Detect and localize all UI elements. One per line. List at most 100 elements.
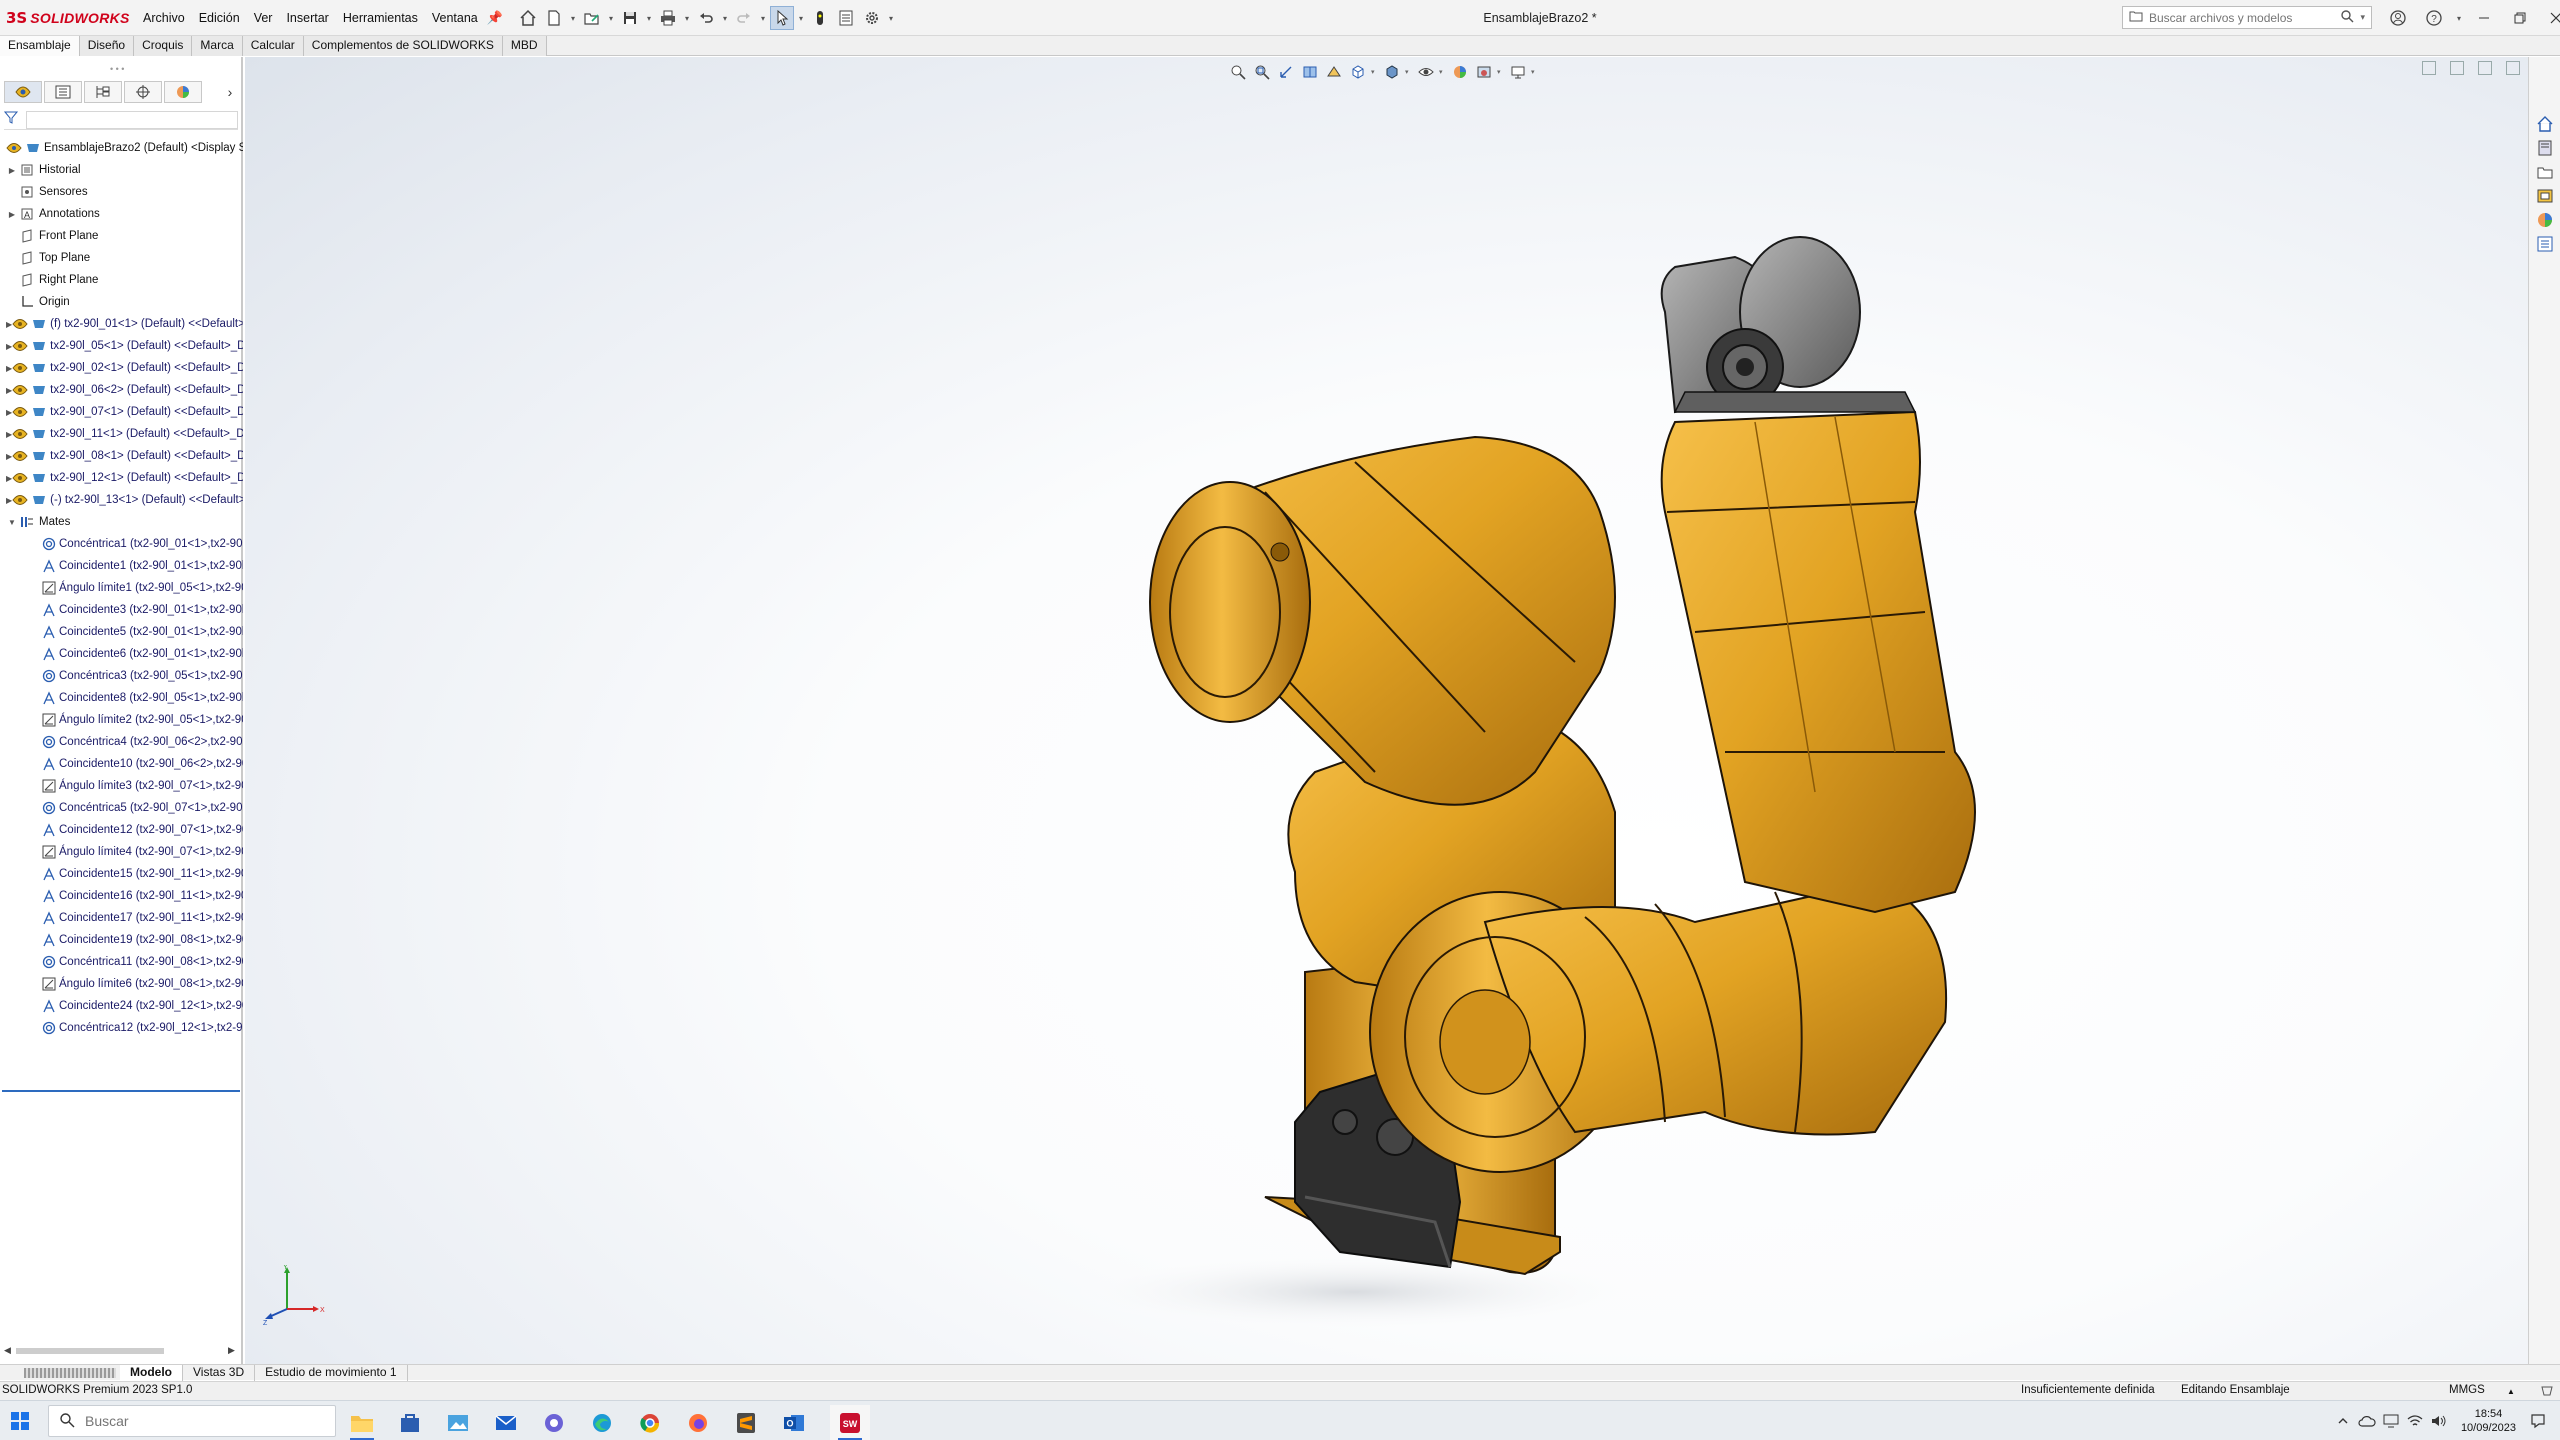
panel-grip-icon[interactable]: • • • [110, 64, 124, 74]
tab-ensamblaje[interactable]: Ensamblaje [0, 36, 80, 56]
design-library-icon[interactable] [2534, 137, 2556, 159]
minimize-icon[interactable] [2466, 0, 2502, 36]
pin-menu-icon[interactable]: 📌 [487, 10, 503, 26]
menu-edicion[interactable]: Edición [192, 11, 247, 25]
help-dropdown[interactable]: ▾ [2452, 0, 2466, 36]
search-dropdown[interactable]: ▾ [2360, 12, 2365, 23]
restore-icon[interactable] [2502, 0, 2538, 36]
configurationmanager-icon[interactable] [84, 81, 122, 103]
scroll-right-arrow-icon[interactable]: ▶ [228, 1345, 235, 1356]
new-document-icon[interactable] [542, 6, 566, 30]
tree-item-component[interactable]: ▶tx2-90l_12<1> (Default) <<Default>_Disp… [0, 467, 243, 489]
rollback-bar[interactable] [2, 1090, 240, 1092]
sublime-text-app-icon[interactable] [726, 1405, 766, 1440]
save-icon[interactable] [618, 6, 642, 30]
onedrive-cloud-icon[interactable] [2355, 1409, 2379, 1433]
undo-icon[interactable] [694, 6, 718, 30]
taskbar-clock[interactable]: 18:54 10/09/2023 [2451, 1407, 2526, 1435]
wifi-icon[interactable] [2403, 1409, 2427, 1433]
tab-croquis[interactable]: Croquis [134, 36, 193, 56]
close-icon[interactable] [2538, 0, 2560, 36]
tab-calcular[interactable]: Calcular [242, 36, 304, 56]
scrollbar-thumb[interactable] [16, 1348, 164, 1354]
filter-funnel-icon[interactable] [3, 111, 20, 128]
firefox-browser-app-icon[interactable] [678, 1405, 718, 1440]
tree-item-mate[interactable]: Coincidente19 (tx2-90l_08<1>,tx2-90l_07<… [0, 929, 243, 951]
mail-app-icon[interactable] [486, 1405, 526, 1440]
menu-ventana[interactable]: Ventana [425, 11, 485, 25]
undo-dropdown[interactable]: ▾ [720, 6, 730, 30]
display-style-icon[interactable] [1381, 61, 1403, 83]
tree-item-mate[interactable]: Coincidente10 (tx2-90l_06<2>,tx2-90l_02<… [0, 753, 243, 775]
tree-item-component[interactable]: ▶tx2-90l_11<1> (Default) <<Default>_Disp… [0, 423, 243, 445]
apply-scene-dropdown[interactable]: ▾ [1497, 68, 1505, 76]
search-input[interactable] [2149, 10, 2335, 25]
tree-item-component[interactable]: ▶tx2-90l_08<1> (Default) <<Default>_Disp… [0, 445, 243, 467]
zoom-to-fit-icon[interactable] [1227, 61, 1249, 83]
tree-item-component[interactable]: ▶(-) tx2-90l_13<1> (Default) <<Default>_… [0, 489, 243, 511]
previous-view-icon[interactable] [1275, 61, 1297, 83]
viewport-restore-icon[interactable] [2478, 61, 2492, 75]
tab-estudio-movimiento[interactable]: Estudio de movimiento 1 [255, 1364, 408, 1381]
tree-item-mate[interactable]: Coincidente8 (tx2-90l_05<1>,tx2-90l_02<1… [0, 687, 243, 709]
custom-properties-icon[interactable] [2534, 233, 2556, 255]
view-palette-icon[interactable] [2534, 185, 2556, 207]
view-orientation-icon[interactable] [1347, 61, 1369, 83]
taskbar-search-input[interactable] [85, 1413, 305, 1429]
dimxpert-manager-icon[interactable] [124, 81, 162, 103]
menu-ver[interactable]: Ver [247, 11, 280, 25]
search-icon[interactable] [2340, 9, 2354, 26]
microsoft-store-app-icon[interactable] [390, 1405, 430, 1440]
tree-item-component[interactable]: ▶tx2-90l_02<1> (Default) <<Default>_Disp… [0, 357, 243, 379]
tree-item-mate[interactable]: Coincidente15 (tx2-90l_11<1>,tx2-90l_07<… [0, 863, 243, 885]
notifications-icon[interactable] [2526, 1409, 2550, 1433]
robot-arm-model[interactable] [1055, 192, 2135, 1342]
open-file-dropdown[interactable]: ▾ [606, 6, 616, 30]
tree-item-sensores[interactable]: Sensores [0, 181, 243, 203]
more-tabs-chevron-icon[interactable]: › [220, 81, 240, 103]
search-box[interactable]: ▾ [2122, 6, 2372, 29]
tree-item-mate[interactable]: Concéntrica3 (tx2-90l_05<1>,tx2-90l_02<1… [0, 665, 243, 687]
windows-start-icon[interactable] [8, 1409, 32, 1433]
tree-item-mate[interactable]: Ángulo límite2 (tx2-90l_05<1>,tx2-90l_02… [0, 709, 243, 731]
tab-scroll-handle[interactable] [24, 1367, 116, 1378]
tree-item-mate[interactable]: Coincidente16 (tx2-90l_11<1>,tx2-90l_07<… [0, 885, 243, 907]
solidworks-logo[interactable]: 3S SOLIDWORKS [6, 8, 130, 28]
tab-modelo[interactable]: Modelo [120, 1364, 183, 1381]
tree-item-mates[interactable]: ▼ Mates [0, 511, 243, 533]
rebuild-icon[interactable] [808, 6, 832, 30]
tree-item-mate[interactable]: Concéntrica5 (tx2-90l_07<1>,tx2-90l_06<2… [0, 797, 243, 819]
menu-herramientas[interactable]: Herramientas [336, 11, 425, 25]
featuremanager-tree-icon[interactable] [4, 81, 42, 103]
tree-item-historial[interactable]: ▶ Historial [0, 159, 243, 181]
tree-item-mate[interactable]: Concéntrica1 (tx2-90l_01<1>,tx2-90l_05<1… [0, 533, 243, 555]
tree-item-mate[interactable]: Concéntrica4 (tx2-90l_06<2>,tx2-90l_02<1… [0, 731, 243, 753]
tree-item-component[interactable]: ▶tx2-90l_07<1> (Default) <<Default>_Disp… [0, 401, 243, 423]
tree-item-front-plane[interactable]: Front Plane [0, 225, 243, 247]
redo-dropdown[interactable]: ▾ [758, 6, 768, 30]
tab-mbd[interactable]: MBD [502, 36, 547, 56]
view-orientation-dropdown[interactable]: ▾ [1371, 68, 1379, 76]
tree-item-origin[interactable]: Origin [0, 291, 243, 313]
menu-archivo[interactable]: Archivo [136, 11, 192, 25]
file-explorer-icon[interactable] [2534, 161, 2556, 183]
display-style-dropdown[interactable]: ▾ [1405, 68, 1413, 76]
tab-complementos[interactable]: Complementos de SOLIDWORKS [303, 36, 503, 56]
new-document-dropdown[interactable]: ▾ [568, 6, 578, 30]
tile-view-icon[interactable] [2450, 61, 2464, 75]
tree-item-mate[interactable]: Coincidente1 (tx2-90l_01<1>,tx2-90l_05<1… [0, 555, 243, 577]
tree-filter-input[interactable] [26, 110, 238, 129]
tree-item-component[interactable]: ▶tx2-90l_06<2> (Default) <<Default>_Disp… [0, 379, 243, 401]
menu-insertar[interactable]: Insertar [279, 11, 335, 25]
propertymanager-icon[interactable] [44, 81, 82, 103]
print-dropdown[interactable]: ▾ [682, 6, 692, 30]
outlook-app-icon[interactable]: O [774, 1405, 814, 1440]
tree-item-top-plane[interactable]: Top Plane [0, 247, 243, 269]
tree-item-mate[interactable]: Coincidente17 (tx2-90l_11<1>,tx2-90l_07<… [0, 907, 243, 929]
tree-item-component[interactable]: ▶tx2-90l_05<1> (Default) <<Default>_Disp… [0, 335, 243, 357]
tree-item-mate[interactable]: Coincidente3 (tx2-90l_01<1>,tx2-90l_02<1… [0, 599, 243, 621]
tab-marca[interactable]: Marca [192, 36, 243, 56]
scroll-left-arrow-icon[interactable]: ◀ [4, 1345, 11, 1356]
tree-item-mate[interactable]: Coincidente6 (tx2-90l_01<1>,tx2-90l_05<1… [0, 643, 243, 665]
file-properties-icon[interactable] [834, 6, 858, 30]
